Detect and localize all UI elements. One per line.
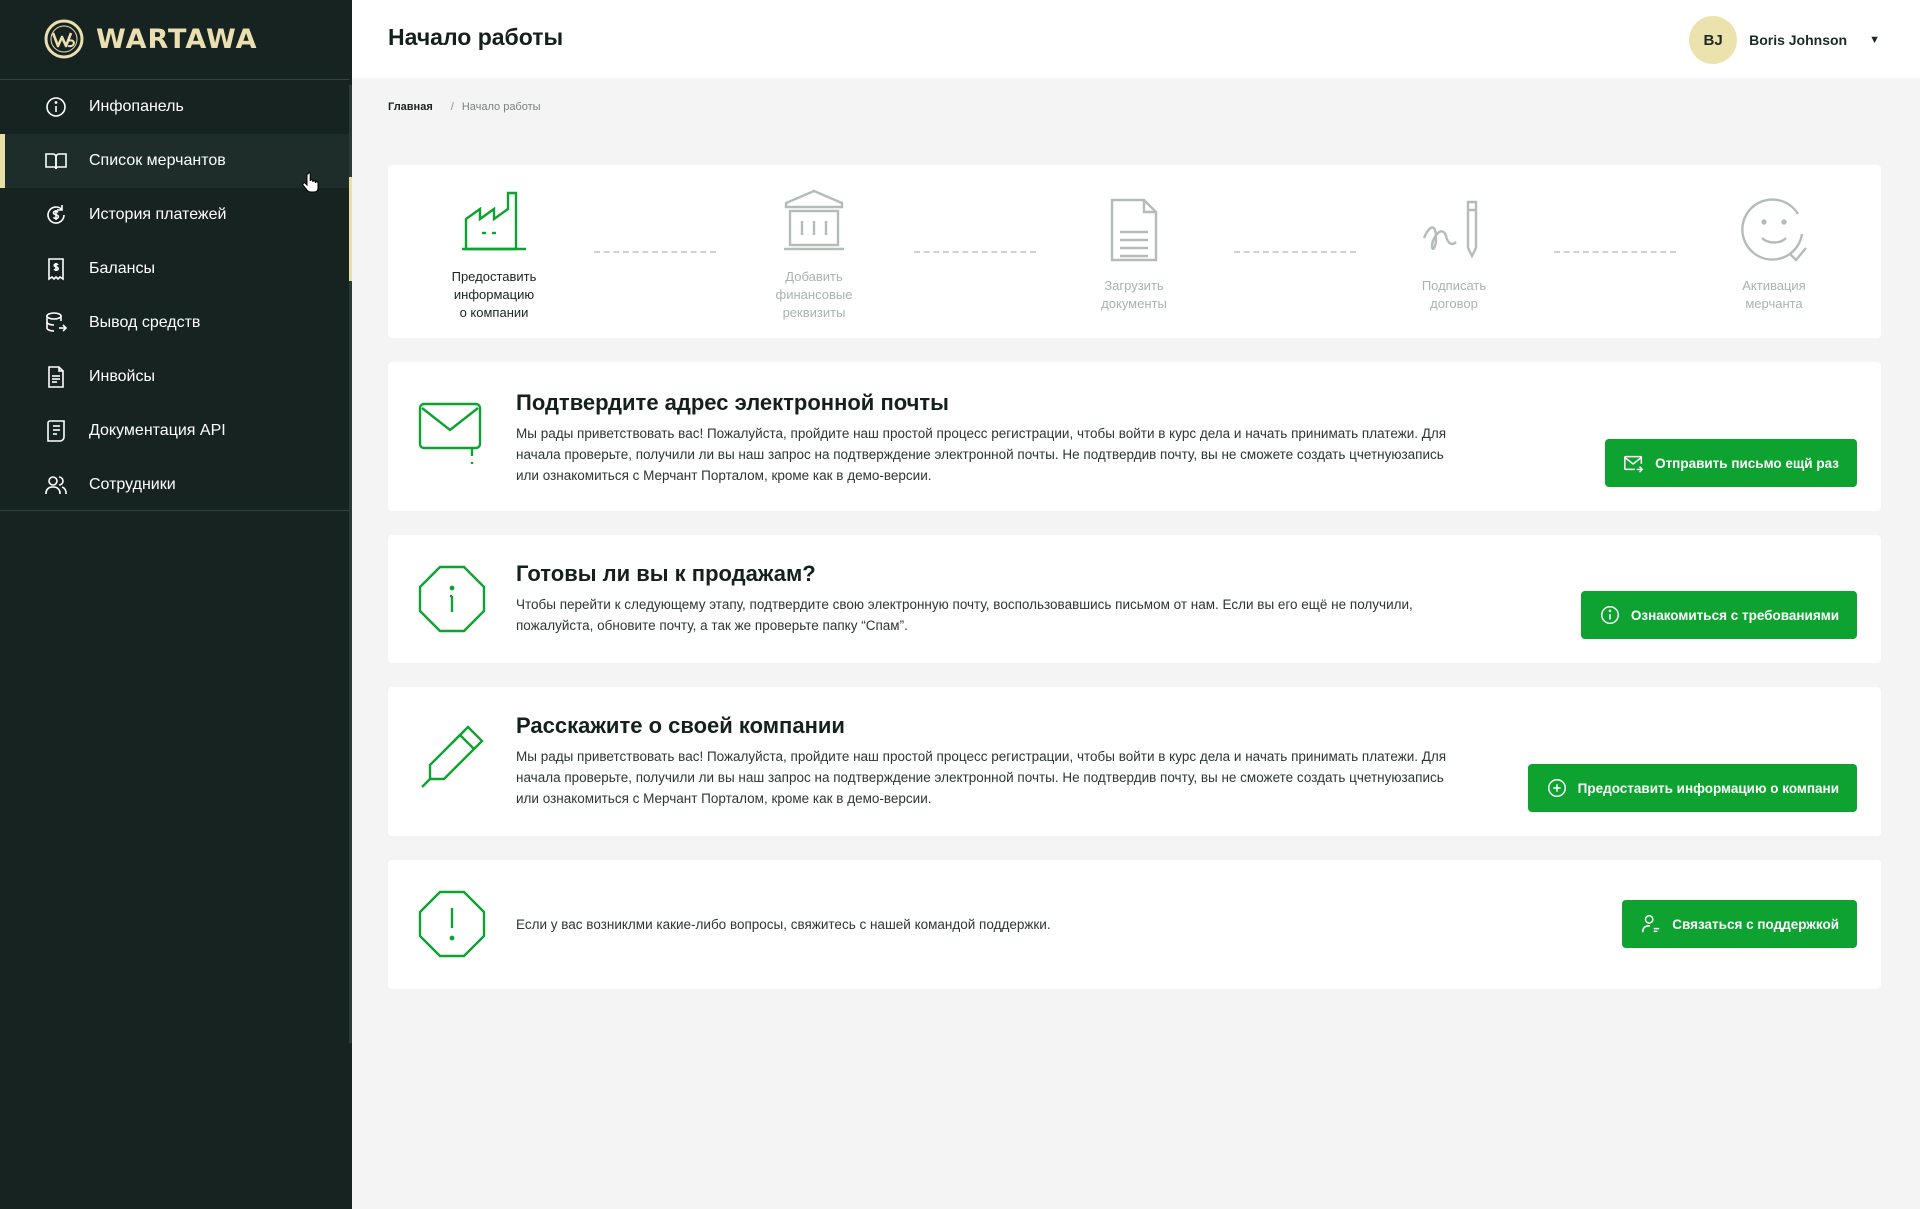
info-circle-icon	[1600, 606, 1619, 624]
factory-icon	[462, 191, 526, 251]
sidebar-item-dashboard[interactable]: Инфопанель	[0, 80, 349, 134]
email-confirmation-card: Подтвердите адрес электронной почты Мы р…	[388, 362, 1881, 511]
employees-icon	[44, 473, 68, 497]
card-title: Подтвердите адрес электронной почты	[516, 390, 949, 415]
support-user-icon	[1642, 915, 1660, 933]
signature-icon	[1422, 200, 1478, 259]
sidebar-item-label: История платежей	[89, 206, 227, 223]
sidebar-scrollbar[interactable]	[349, 85, 352, 1043]
payment-history-icon	[44, 203, 68, 227]
document-icon	[1110, 198, 1158, 262]
card-description: Мы рады приветствовать вас! Пожалуйста, …	[516, 426, 1447, 483]
api-docs-icon	[44, 419, 68, 443]
sidebar-item-invoices[interactable]: Инвойсы	[0, 350, 349, 404]
step-company-info[interactable]: Предоставить информацию о компании	[419, 185, 569, 322]
onboarding-steps: Предоставить информацию о компании Добавит…	[388, 165, 1881, 338]
sidebar-item-label: Инфопанель	[89, 98, 184, 115]
sidebar-item-label: Список мерчантов	[89, 152, 226, 169]
view-requirements-button[interactable]: Ознакомиться с требованиями	[1580, 591, 1857, 639]
invoice-document-icon	[44, 365, 68, 389]
sidebar-item-balances[interactable]: Балансы	[0, 242, 349, 296]
mouse-pointer-icon	[302, 172, 319, 193]
pen-icon	[421, 725, 484, 788]
avatar: BJ	[1689, 16, 1738, 64]
card-description: Если у вас возниклми какие-либо вопросы,…	[516, 917, 1051, 932]
step-connector	[914, 251, 1036, 253]
book-open-icon	[44, 149, 68, 173]
step-label: Предоставить информацию о компании	[451, 269, 537, 320]
top-header: Начало работы BJ Boris Johnson ▼	[352, 0, 1920, 78]
sidebar-item-employees[interactable]: Сотрудники	[0, 458, 349, 512]
sidebar-item-merchants[interactable]: Список мерчантов	[0, 134, 349, 188]
button-label: Ознакомиться с требованиями	[1630, 607, 1839, 623]
sidebar-item-label: Сотрудники	[89, 476, 176, 493]
user-name: Boris Johnson	[1749, 32, 1848, 48]
sidebar: WARTAWA Инфопанель Список мерчантов Исто…	[0, 0, 352, 1209]
sidebar-divider	[0, 510, 349, 511]
sidebar-item-payment-history[interactable]: История платежей	[0, 188, 349, 242]
step-label: Добавить финансовые реквизиты	[775, 269, 853, 320]
step-connector	[594, 251, 716, 253]
breadcrumb-home-link[interactable]: Главная	[388, 101, 433, 113]
page-title: Начало работы	[388, 24, 564, 50]
resend-email-button[interactable]: Отправить письмо ещй раз	[1605, 439, 1857, 487]
step-merchant-activation[interactable]: Активация мерчанта	[1699, 194, 1849, 313]
sidebar-item-withdrawal[interactable]: Вывод средств	[0, 296, 349, 350]
step-label: Активация мерчанта	[1742, 278, 1806, 311]
step-connector	[1234, 251, 1356, 253]
app-logo[interactable]: WARTAWA	[44, 18, 258, 60]
contact-support-button[interactable]: Связаться с поддержкой	[1622, 900, 1857, 948]
breadcrumb: Главная / Начало работы	[388, 101, 541, 113]
button-label: Отправить письмо ещй раз	[1655, 455, 1839, 471]
step-label: Загрузить документы	[1101, 278, 1167, 311]
card-title: Расскажите о своей компании	[516, 713, 845, 738]
info-circle-icon	[44, 95, 68, 119]
ready-to-sell-card: Готовы ли вы к продажам? Чтобы перейти к…	[388, 535, 1881, 663]
user-menu[interactable]: BJ Boris Johnson ▼	[1689, 16, 1880, 64]
step-label: Подписать договор	[1421, 278, 1487, 311]
button-label: Предоставить информацию о компани	[1577, 780, 1839, 796]
step-financial-details[interactable]: Добавить финансовые реквизиты	[739, 185, 889, 322]
card-description: Мы рады приветствовать вас! Пожалуйста, …	[516, 749, 1447, 806]
sidebar-item-label: Документация API	[89, 422, 226, 439]
sidebar-item-label: Инвойсы	[89, 368, 155, 385]
sidebar-item-api-docs[interactable]: Документация API	[0, 404, 349, 458]
app-name: WARTAWA	[96, 23, 258, 55]
plus-circle-icon	[1547, 779, 1566, 797]
step-upload-documents[interactable]: Загрузить документы	[1059, 194, 1209, 313]
card-title: Готовы ли вы к продажам?	[516, 561, 816, 586]
sidebar-nav: Инфопанель Список мерчантов История плат…	[0, 80, 349, 512]
provide-company-info-button[interactable]: Предоставить информацию о компани	[1527, 764, 1857, 812]
withdraw-database-icon	[44, 311, 68, 335]
info-octagon-icon	[418, 565, 486, 633]
chevron-down-icon: ▼	[1869, 34, 1880, 46]
scrollbar-thumb[interactable]	[349, 177, 352, 281]
sidebar-item-label: Вывод средств	[89, 314, 201, 331]
button-label: Связаться с поддержкой	[1672, 916, 1839, 932]
breadcrumb-separator: /	[450, 101, 454, 113]
mail-send-icon	[1624, 455, 1644, 473]
step-sign-contract[interactable]: Подписать договор	[1379, 194, 1529, 313]
company-info-card: Расскажите о своей компании Мы рады прив…	[388, 687, 1881, 836]
step-connector	[1554, 251, 1676, 253]
logo-icon	[44, 19, 84, 59]
card-description: Чтобы перейти к следующему этапу, подтве…	[516, 597, 1413, 633]
smile-check-icon	[1741, 198, 1807, 262]
bank-icon	[784, 189, 844, 251]
sidebar-item-label: Балансы	[89, 260, 155, 277]
breadcrumb-current: Начало работы	[461, 101, 541, 113]
balance-receipt-icon	[44, 257, 68, 281]
mail-alert-icon	[418, 402, 482, 464]
alert-octagon-icon	[418, 890, 486, 958]
support-card: Если у вас возниклми какие-либо вопросы,…	[388, 860, 1881, 989]
